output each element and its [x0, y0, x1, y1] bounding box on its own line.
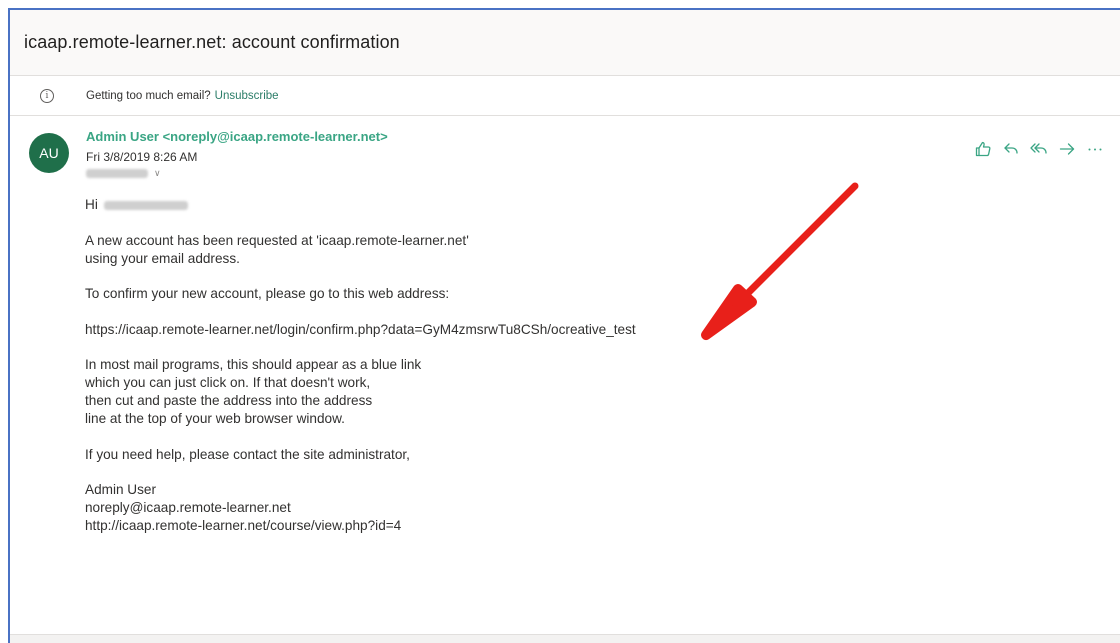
paragraph-help-link: In most mail programs, this should appea… — [85, 356, 985, 428]
greeting: Hi — [85, 196, 985, 214]
forward-icon — [1059, 143, 1075, 155]
body-line: then cut and paste the address into the … — [85, 393, 373, 408]
body-line: using your email address. — [85, 250, 240, 266]
body-line: A new account has been requested at 'ica… — [85, 232, 469, 248]
body-line: line at the top of your web browser wind… — [85, 411, 345, 426]
recipient-line[interactable]: ∨ — [86, 168, 161, 179]
greeting-text: Hi — [85, 197, 98, 212]
like-button[interactable] — [972, 138, 994, 160]
signature-url: http://icaap.remote-learner.net/course/v… — [85, 518, 402, 533]
message: AU Admin User <noreply@icaap.remote-lear… — [10, 116, 1120, 533]
chevron-down-icon[interactable]: ∨ — [154, 168, 161, 179]
reply-button[interactable] — [1000, 138, 1022, 160]
thumbs-up-icon — [975, 141, 991, 157]
redacted-name — [103, 200, 188, 210]
sent-date: Fri 3/8/2019 8:26 AM — [86, 150, 198, 164]
body-line: To confirm your new account, please go t… — [85, 286, 450, 301]
unsubscribe-notice: i Getting too much email? Unsubscribe — [10, 76, 1120, 116]
subject-bar: icaap.remote-learner.net: account confir… — [10, 10, 1120, 76]
reply-all-button[interactable] — [1028, 138, 1050, 160]
paragraph-instructions: To confirm your new account, please go t… — [85, 285, 985, 303]
forward-button[interactable] — [1056, 138, 1078, 160]
more-icon — [1088, 148, 1102, 151]
redacted-recipient — [86, 169, 148, 178]
more-actions-button[interactable] — [1084, 138, 1106, 160]
body-line: If you need help, please contact the sit… — [85, 446, 410, 462]
confirm-url-text[interactable]: https://icaap.remote-learner.net/login/c… — [85, 321, 985, 339]
body-line: which you can just click on. If that doe… — [85, 375, 371, 390]
sender-name[interactable]: Admin User <noreply@icaap.remote-learner… — [86, 129, 388, 144]
unsubscribe-link[interactable]: Unsubscribe — [215, 90, 279, 102]
notice-text: Getting too much email? — [86, 89, 211, 102]
reply-icon — [1004, 143, 1018, 154]
email-reading-pane: icaap.remote-learner.net: account confir… — [8, 8, 1120, 643]
body-line: In most mail programs, this should appea… — [85, 357, 422, 372]
paragraph-request: A new account has been requested at 'ica… — [85, 232, 985, 268]
info-icon: i — [40, 88, 54, 103]
signature-name: Admin User — [85, 482, 157, 497]
paragraph-contact: If you need help, please contact the sit… — [85, 446, 985, 464]
email-subject: icaap.remote-learner.net: account confir… — [24, 32, 400, 52]
bottom-bar — [10, 634, 1120, 643]
message-actions — [972, 138, 1106, 160]
message-body: Hi A new account has been requested at '… — [85, 196, 985, 553]
reply-all-icon — [1030, 143, 1047, 154]
signature-email: noreply@icaap.remote-learner.net — [85, 500, 291, 515]
paragraph-confirm-url: https://icaap.remote-learner.net/login/c… — [85, 321, 985, 339]
signature: Admin User noreply@icaap.remote-learner.… — [85, 481, 985, 535]
avatar[interactable]: AU — [29, 133, 69, 173]
